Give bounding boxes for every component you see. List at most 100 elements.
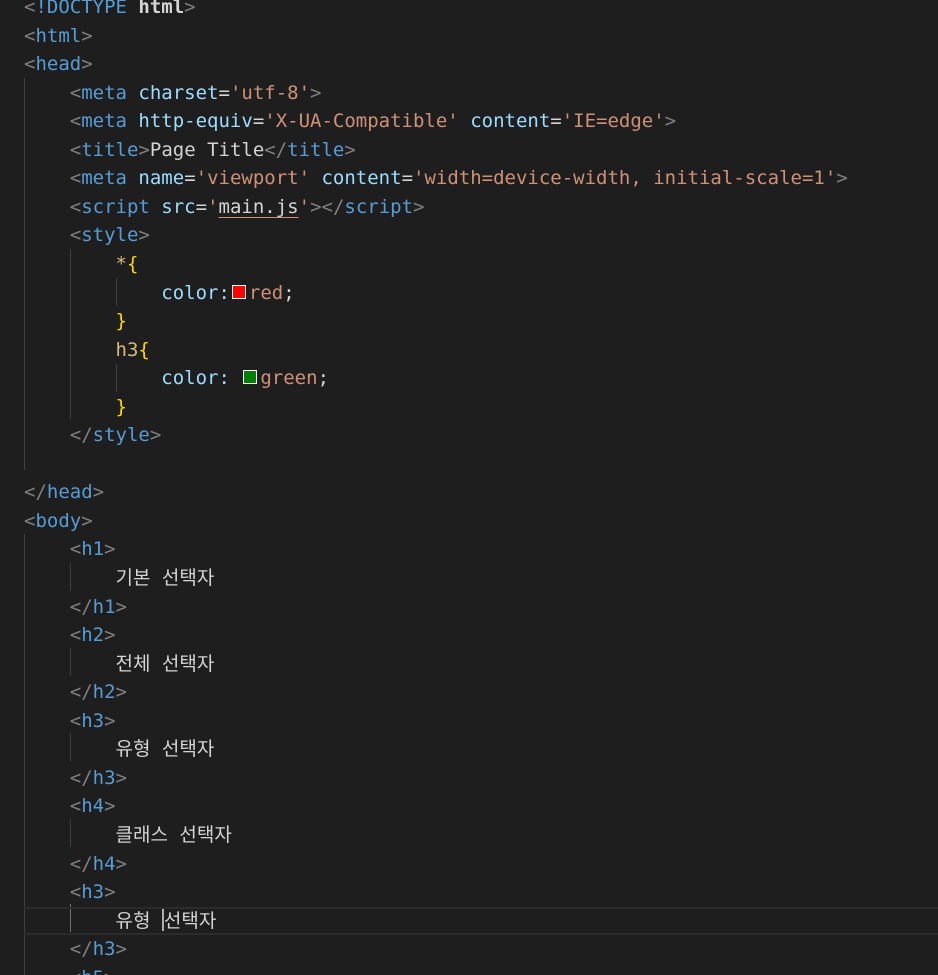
- code-token: 전체 선택자: [24, 652, 215, 675]
- code-token: h3: [81, 881, 105, 904]
- code-token: red: [248, 281, 284, 304]
- code-line[interactable]: <!DOCTYPE html>: [24, 0, 938, 21]
- code-token: >: [664, 110, 677, 133]
- code-token: <: [69, 881, 82, 904]
- code-line[interactable]: <meta charset='utf-8'>: [24, 79, 938, 107]
- code-token: color:: [161, 367, 242, 390]
- code-line[interactable]: 기본 선택자: [24, 564, 938, 592]
- code-token: 'IE=edge': [561, 110, 665, 133]
- code-line[interactable]: }: [24, 393, 938, 421]
- code-line[interactable]: <h2>: [24, 621, 938, 649]
- code-line[interactable]: <title>Page Title</title>: [24, 136, 938, 164]
- code-token: 'width=device-width, initial-scale=1': [413, 167, 837, 190]
- code-line[interactable]: h3{: [24, 336, 938, 364]
- code-token: h4: [81, 795, 105, 818]
- code-line[interactable]: <style>: [24, 221, 938, 249]
- code-token: >: [115, 938, 127, 961]
- code-token: <: [69, 167, 82, 190]
- color-swatch-red-icon[interactable]: [231, 284, 246, 299]
- code-token: >: [104, 538, 116, 561]
- code-token: h2: [81, 624, 105, 647]
- code-line[interactable]: <h4>: [24, 792, 938, 820]
- code-editor[interactable]: <!DOCTYPE html> <html> <head> <meta charse…: [0, 0, 938, 975]
- code-line[interactable]: [24, 450, 938, 478]
- code-line[interactable]: <h3>: [24, 707, 938, 735]
- code-token: >: [138, 138, 150, 161]
- code-line[interactable]: <h3>: [24, 878, 938, 906]
- code-line[interactable]: </h2>: [24, 678, 938, 706]
- code-line[interactable]: 유형 선택자: [24, 906, 938, 935]
- code-token: style: [92, 424, 150, 447]
- code-line[interactable]: </head>: [24, 478, 938, 506]
- code-line[interactable]: *{: [24, 250, 938, 278]
- code-token: >: [184, 0, 196, 18]
- code-token: <: [24, 24, 36, 47]
- code-token: ;: [283, 281, 295, 304]
- code-line[interactable]: <meta name='viewport' content='width=dev…: [24, 164, 938, 192]
- code-line[interactable]: <meta http-equiv='X-UA-Compatible' conte…: [24, 107, 938, 135]
- code-line[interactable]: }: [24, 307, 938, 335]
- code-token: >: [104, 881, 116, 904]
- code-line[interactable]: </style>: [24, 421, 938, 449]
- code-line[interactable]: </h3>: [24, 935, 938, 963]
- code-line[interactable]: 전체 선택자: [24, 650, 938, 678]
- code-token: script: [344, 195, 414, 218]
- code-token: >: [836, 167, 848, 190]
- code-line[interactable]: <script src='main.js'></script>: [24, 193, 938, 221]
- code-line[interactable]: <body>: [24, 507, 938, 535]
- code-token: 'utf-8': [229, 81, 311, 104]
- color-swatch-green-icon[interactable]: [243, 370, 258, 385]
- code-token: >: [115, 852, 127, 875]
- code-token: title: [81, 138, 139, 161]
- code-token: <: [70, 967, 81, 975]
- code-token: 'viewport': [195, 167, 311, 190]
- code-line[interactable]: 클래스 선택자: [24, 821, 938, 849]
- code-line[interactable]: </h1>: [24, 593, 938, 621]
- code-line[interactable]: </h4>: [24, 850, 938, 878]
- code-line[interactable]: color: green;: [24, 364, 938, 392]
- code-token: >: [310, 81, 322, 104]
- code-token: ;: [317, 367, 330, 390]
- code-token: <: [69, 624, 82, 647]
- code-token: ': [298, 195, 311, 218]
- code-token: style: [81, 224, 139, 247]
- code-token: meta: [81, 81, 139, 104]
- code-line[interactable]: <h5>: [24, 964, 938, 975]
- code-token: </: [69, 681, 93, 704]
- code-token: }: [115, 310, 127, 333]
- code-token: 클래스 선택자: [24, 823, 232, 846]
- code-line[interactable]: 유형 선택자: [24, 735, 938, 763]
- code-token: <: [24, 509, 36, 532]
- code-token: h1: [92, 595, 116, 618]
- code-token: charset: [138, 81, 219, 104]
- code-token: >: [115, 766, 127, 789]
- code-line[interactable]: </h3>: [24, 764, 938, 792]
- code-line[interactable]: <html>: [24, 22, 938, 50]
- code-token: meta: [81, 167, 139, 190]
- code-line[interactable]: <h1>: [24, 535, 938, 563]
- code-token: 선택자: [163, 909, 217, 932]
- code-token: h5: [81, 967, 104, 975]
- code-token: 'X-UA-Compatible': [264, 110, 459, 133]
- code-token: {: [126, 252, 139, 275]
- code-token: head: [46, 481, 93, 504]
- code-line[interactable]: color: red;: [24, 279, 938, 307]
- code-token: </: [69, 852, 93, 875]
- code-token: body: [35, 509, 82, 532]
- code-token: ></: [310, 195, 345, 218]
- code-token: html: [138, 0, 185, 18]
- code-line[interactable]: <head>: [24, 50, 938, 78]
